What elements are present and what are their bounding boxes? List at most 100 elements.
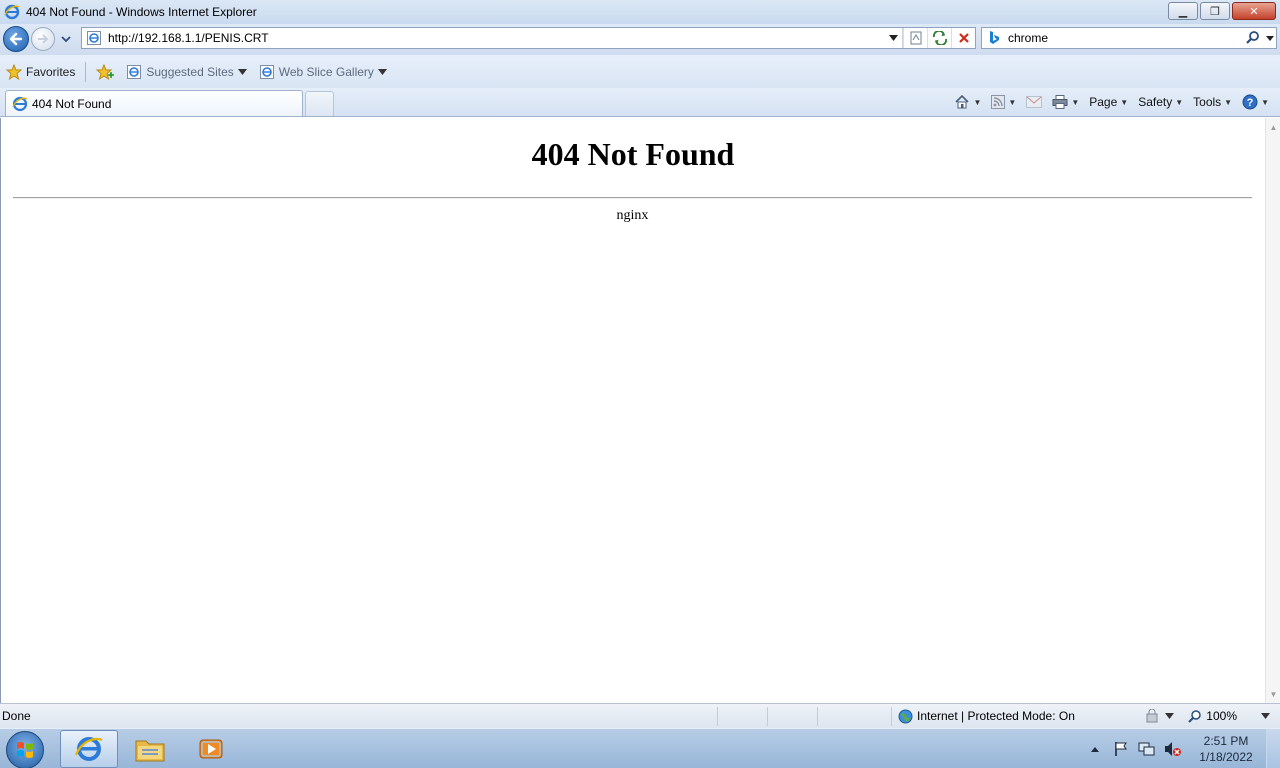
web-slice-gallery-label: Web Slice Gallery [278,64,374,79]
back-button[interactable] [3,26,29,52]
network-icon[interactable] [1137,739,1157,759]
chevron-down-icon: ▼ [1120,97,1129,107]
tab-label: 404 Not Found [32,96,112,111]
home-icon [955,94,970,109]
taskbar-media-player[interactable] [182,730,240,768]
page-menu-label: Page [1089,95,1118,109]
tab-row: 404 Not Found ▼ ▼ ▼ Page ▼ Safety ▼ Tool… [0,88,1280,117]
tools-menu-label: Tools [1193,95,1222,109]
refresh-button[interactable] [927,28,951,48]
chevron-down-icon: ▼ [1008,97,1017,107]
bing-icon [986,30,1002,46]
stop-icon [958,33,969,43]
search-options-dropdown[interactable] [1264,29,1276,47]
new-tab-button[interactable] [305,91,334,116]
minimize-button[interactable]: ▁ [1168,2,1198,20]
show-hidden-icons-button[interactable] [1085,739,1105,759]
ie-logo-icon [4,4,20,20]
volume-muted-icon[interactable] [1163,739,1183,759]
web-slice-gallery-link[interactable]: Web Slice Gallery [253,59,393,85]
refresh-icon [932,31,947,45]
compatibility-view-button[interactable] [903,28,927,48]
security-zone-label: Internet | Protected Mode: On [917,709,1075,723]
windows-logo-icon [17,742,33,758]
command-bar: ▼ ▼ ▼ Page ▼ Safety ▼ Tools ▼ ? ▼ [949,90,1274,114]
ie-page-icon [259,64,274,79]
taskbar-internet-explorer[interactable] [60,730,118,768]
search-input[interactable] [1008,31,1244,45]
search-icon [1246,31,1259,44]
recent-pages-dropdown[interactable] [59,32,73,46]
chevron-down-icon: ▼ [1071,97,1080,107]
scroll-down-icon[interactable]: ▼ [1266,687,1280,701]
rss-feed-icon [991,95,1006,109]
folder-icon [135,740,165,762]
dropdown-icon [377,68,387,75]
forward-icon [38,34,49,44]
system-tray: 2:51 PM 1/18/2022 [1082,729,1280,768]
close-window-button[interactable]: ✕ [1232,2,1276,20]
title-bar: 404 Not Found - Windows Internet Explore… [0,0,1280,24]
add-to-favorites-bar-button[interactable] [90,59,120,85]
scroll-up-icon[interactable]: ▲ [1266,120,1280,134]
page-menu-button[interactable]: Page ▼ [1084,91,1133,113]
back-icon [9,32,23,46]
action-center-icon[interactable] [1111,739,1131,759]
clock-date: 1/18/2022 [1199,750,1253,764]
restore-button[interactable]: ❐ [1200,2,1230,20]
suggested-sites-label: Suggested Sites [146,64,234,79]
print-button[interactable]: ▼ [1047,91,1084,113]
forward-button[interactable] [31,27,55,51]
dropdown-icon [237,68,247,75]
suggested-sites-link[interactable]: Suggested Sites [120,59,252,85]
chevron-down-icon: ▼ [973,97,982,107]
stop-button[interactable] [951,28,975,48]
globe-icon [898,709,913,723]
mail-icon [1026,96,1043,108]
restore-icon: ❐ [1210,5,1220,18]
security-zone[interactable]: Internet | Protected Mode: On [891,706,1081,726]
svg-text:?: ? [1247,97,1254,109]
status-text: Done [2,709,31,723]
clock[interactable]: 2:51 PM 1/18/2022 [1186,733,1266,765]
status-divider [767,706,817,726]
media-player-icon [199,739,223,759]
search-box[interactable] [981,27,1277,49]
vertical-scrollbar[interactable]: ▲ ▼ [1265,118,1280,703]
address-bar[interactable]: http://192.168.1.1/PENIS.CRT [81,27,976,49]
tools-menu-button[interactable]: Tools ▼ [1188,91,1237,113]
status-bar: Done Internet | Protected Mode: On 100% [0,703,1280,728]
read-mail-button[interactable] [1021,91,1047,113]
favorites-bar: Favorites Suggested Sites Web Slice Gall… [0,55,1280,88]
horizontal-rule [13,197,1252,199]
popup-blocker-button[interactable] [1145,709,1174,723]
address-dropdown[interactable] [885,28,903,48]
feeds-button[interactable]: ▼ [986,91,1021,113]
show-desktop-button[interactable] [1266,729,1280,768]
favorites-label: Favorites [26,64,76,79]
page-icon [86,30,102,46]
chevron-down-icon: ▼ [1224,97,1233,107]
error-heading: 404 Not Found [531,136,735,172]
chevron-down-icon [1165,713,1174,719]
server-name: nginx [616,208,649,223]
start-button[interactable] [6,731,44,768]
favorites-button[interactable]: Favorites [0,59,81,85]
help-button[interactable]: ? ▼ [1237,91,1274,113]
chevron-down-icon [1261,713,1270,719]
tab-404-not-found[interactable]: 404 Not Found [5,90,303,116]
ie-page-icon [12,96,28,111]
search-button[interactable] [1244,29,1262,47]
taskbar-windows-explorer[interactable] [121,730,179,768]
safety-menu-label: Safety [1138,95,1173,109]
chevron-up-icon [1091,747,1099,752]
address-url[interactable]: http://192.168.1.1/PENIS.CRT [108,31,885,45]
zoom-control[interactable]: 100% [1188,709,1270,723]
zoom-icon [1188,710,1202,723]
dropdown-icon [1266,35,1274,41]
compatibility-icon [910,31,921,45]
home-button[interactable]: ▼ [949,91,986,113]
dropdown-icon [889,35,898,41]
popup-blocker-icon [1146,709,1158,723]
safety-menu-button[interactable]: Safety ▼ [1133,91,1188,113]
